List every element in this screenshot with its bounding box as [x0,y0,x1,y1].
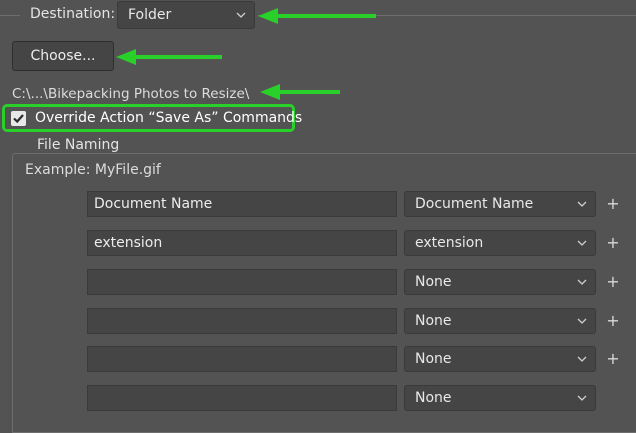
destination-select[interactable]: Folder [117,1,255,29]
plus-icon[interactable]: + [606,313,620,329]
chevron-down-icon [577,201,587,207]
annotation-arrow-icon [116,49,222,65]
chevron-down-icon [236,12,246,18]
naming-select-3[interactable]: None [404,269,596,295]
file-naming-example: Example: MyFile.gif [25,162,161,178]
override-label: Override Action “Save As” Commands [35,110,303,126]
chevron-down-icon [577,395,587,401]
naming-select-value: None [415,390,452,406]
naming-text-field-2[interactable]: extension [87,230,397,256]
override-checkbox[interactable] [11,111,26,126]
naming-select-value: Document Name [415,196,534,212]
naming-select-value: None [415,313,452,329]
naming-select-1[interactable]: Document Name [404,191,596,217]
naming-select-5[interactable]: None [404,346,596,372]
chevron-down-icon [577,240,587,246]
destination-path: C:\...\Bikepacking Photos to Resize\ [12,86,250,102]
chevron-down-icon [577,318,587,324]
plus-icon[interactable]: + [606,235,620,251]
naming-text-field-4[interactable] [87,308,397,334]
naming-select-value: None [415,274,452,290]
naming-text-field-3[interactable] [87,269,397,295]
plus-icon[interactable]: + [606,274,620,290]
naming-select-4[interactable]: None [404,308,596,334]
naming-select-6[interactable]: None [404,385,596,411]
plus-icon[interactable]: + [606,351,620,367]
group-top-border [0,15,20,16]
file-naming-legend: File Naming [31,137,126,153]
naming-text-field-6[interactable] [87,385,397,411]
naming-text-field-5[interactable] [87,346,397,372]
naming-select-value: None [415,351,452,367]
checkmark-icon [13,114,24,124]
naming-select-value: extension [415,235,484,251]
naming-text-field-1[interactable]: Document Name [87,191,397,217]
annotation-arrow-icon [258,8,376,24]
destination-label: Destination: [30,6,116,22]
naming-select-2[interactable]: extension [404,230,596,256]
annotation-arrow-icon [260,84,340,100]
choose-button[interactable]: Choose... [12,41,114,71]
chevron-down-icon [577,279,587,285]
chevron-down-icon [577,356,587,362]
destination-select-value: Folder [128,7,172,23]
plus-icon[interactable]: + [606,196,620,212]
